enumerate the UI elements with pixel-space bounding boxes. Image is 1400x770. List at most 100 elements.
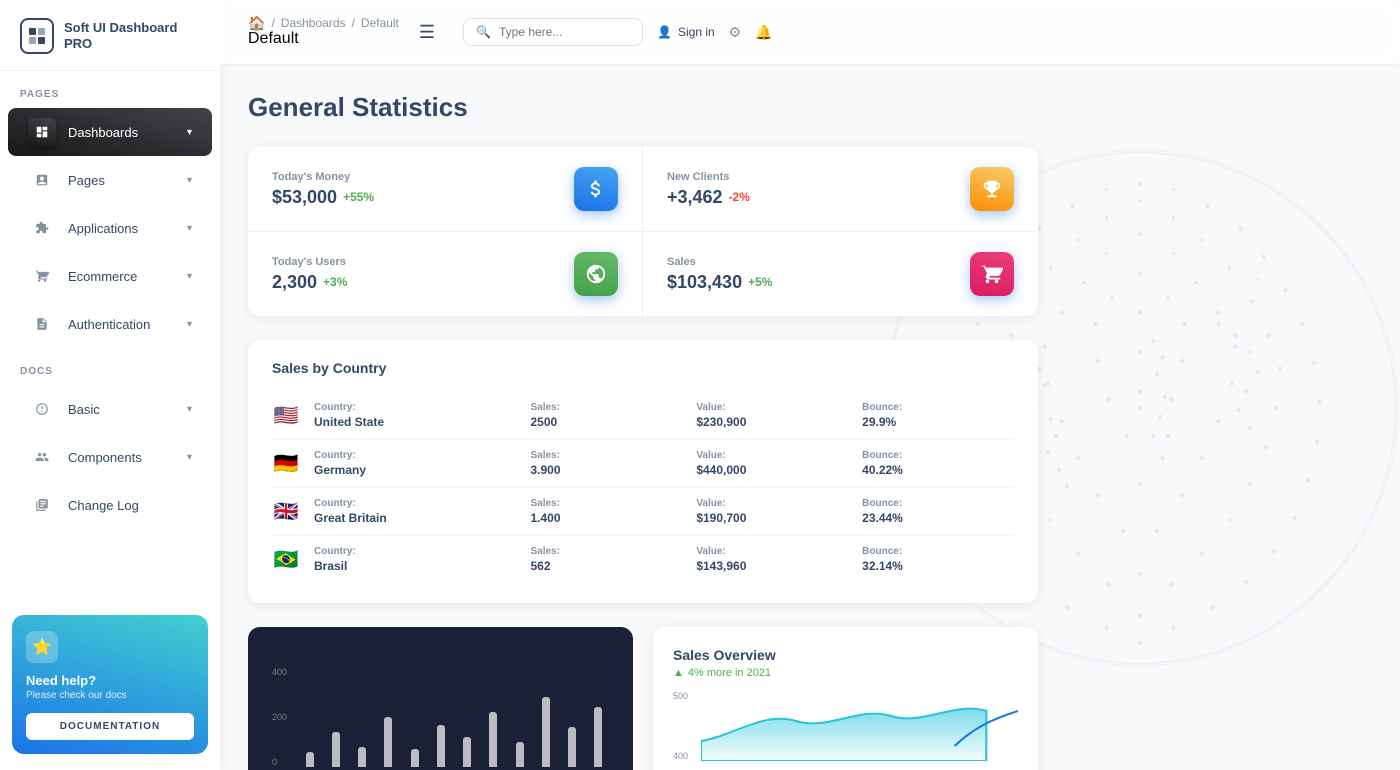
flag-us: 🇺🇸 <box>272 403 300 428</box>
sidebar-item-pages-label: Pages <box>68 173 105 188</box>
stat-label-money: Today's Money <box>272 171 374 183</box>
value-value-de: $440,000 <box>696 463 848 477</box>
page-subtitle: Default <box>248 30 399 48</box>
chart-y-400: 400 <box>272 667 287 677</box>
stat-info-users: Today's Users 2,300 +3% <box>272 256 347 293</box>
stat-card-sales: Sales $103,430 +5% <box>643 232 1038 316</box>
stat-change-users: +3% <box>323 275 347 289</box>
country-col-gb: Country: Great Britain <box>314 498 516 525</box>
stat-icon-money <box>574 167 618 211</box>
components-icon <box>28 443 56 471</box>
breadcrumb-dashboards[interactable]: Dashboards <box>281 17 346 29</box>
content-area: General Statistics Today's Money $53,000… <box>220 64 1400 770</box>
flag-br: 🇧🇷 <box>272 547 300 572</box>
value-value-us: $230,900 <box>696 415 848 429</box>
sidebar-logo: Soft UI Dashboard PRO <box>0 0 220 71</box>
stat-value-sales: $103,430 +5% <box>667 272 772 293</box>
sales-by-country-title: Sales by Country <box>272 360 1014 376</box>
sales-overview-card: Sales Overview ▲ 4% more in 2021 500 400 <box>653 627 1038 770</box>
bounce-value-br: 32.14% <box>862 559 1014 573</box>
components-chevron-icon: ▾ <box>187 452 192 463</box>
help-card: ⭐ Need help? Please check our docs DOCUM… <box>12 615 208 754</box>
bar-6 <box>437 725 445 767</box>
sidebar-item-components[interactable]: Components ▾ <box>8 433 212 481</box>
value-col-us: Value: $230,900 <box>696 402 848 429</box>
bar-11 <box>568 727 576 767</box>
home-icon[interactable]: 🏠 <box>248 16 265 30</box>
bounce-col-de: Bounce: 40.22% <box>862 450 1014 477</box>
breadcrumb-sep2: / <box>352 17 355 29</box>
sidebar-item-applications[interactable]: Applications ▾ <box>8 204 212 252</box>
sign-in-person-icon: 👤 <box>657 25 672 39</box>
country-table: 🇺🇸 Country: United State Sales: 2500 Val… <box>272 392 1014 583</box>
sidebar-item-basic-label: Basic <box>68 402 100 417</box>
settings-icon[interactable]: ⚙ <box>729 24 742 41</box>
sidebar-docs-section: DOCS Basic ▾ Components ▾ <box>0 348 220 529</box>
country-col-de: Country: Germany <box>314 450 516 477</box>
sales-by-country-card: Sales by Country 🇺🇸 Country: United Stat… <box>248 340 1038 603</box>
sales-value-gb: 1.400 <box>530 511 682 525</box>
sidebar-section-docs-label: DOCS <box>0 348 220 385</box>
value-label: Value: <box>696 402 848 413</box>
stat-label-clients: New Clients <box>667 171 750 183</box>
stat-card-money: Today's Money $53,000 +55% <box>248 147 643 232</box>
overview-title: Sales Overview <box>673 647 1018 663</box>
authentication-icon <box>28 310 56 338</box>
stat-label-sales: Sales <box>667 256 772 268</box>
breadcrumb: 🏠 / Dashboards / Default Default <box>248 16 399 48</box>
sidebar-item-basic[interactable]: Basic ▾ <box>8 385 212 433</box>
sidebar-item-ecommerce-label: Ecommerce <box>68 269 137 284</box>
bounce-value-us: 29.9% <box>862 415 1014 429</box>
main-area: 🏠 / Dashboards / Default Default ☰ 🔍 👤 S… <box>220 0 1400 770</box>
value-value-gb: $190,700 <box>696 511 848 525</box>
stat-info-sales: Sales $103,430 +5% <box>667 256 772 293</box>
sidebar-item-dashboards-label: Dashboards <box>68 125 138 140</box>
stat-change-money: +55% <box>343 190 374 204</box>
bounce-label-de: Bounce: <box>862 450 1014 461</box>
sales-value-br: 562 <box>530 559 682 573</box>
table-row: 🇧🇷 Country: Brasil Sales: 562 Value: $14… <box>272 536 1014 583</box>
sign-in-button[interactable]: 👤 Sign in <box>657 25 715 39</box>
hamburger-icon[interactable]: ☰ <box>415 18 439 47</box>
bounce-label-br: Bounce: <box>862 546 1014 557</box>
sidebar-item-dashboards[interactable]: Dashboards ▾ <box>8 108 212 156</box>
sidebar-item-authentication[interactable]: Authentication ▾ <box>8 300 212 348</box>
sales-value-de: 3.900 <box>530 463 682 477</box>
country-col-br: Country: Brasil <box>314 546 516 573</box>
breadcrumb-current: Default <box>361 17 399 29</box>
search-box[interactable]: 🔍 <box>463 18 643 46</box>
value-label-de: Value: <box>696 450 848 461</box>
documentation-button[interactable]: DOCUMENTATION <box>26 713 194 740</box>
bar-chart-card: 400 200 0 <box>248 627 633 770</box>
overview-y-500: 500 <box>673 691 688 701</box>
bounce-value-de: 40.22% <box>862 463 1014 477</box>
sales-label-gb: Sales: <box>530 498 682 509</box>
changelog-icon <box>28 491 56 519</box>
bar-5 <box>411 749 419 767</box>
sidebar-item-ecommerce[interactable]: Ecommerce ▾ <box>8 252 212 300</box>
sidebar-item-pages[interactable]: Pages ▾ <box>8 156 212 204</box>
trend-up-icon: ▲ <box>673 667 684 679</box>
chart-y-0: 0 <box>272 757 287 767</box>
value-col-gb: Value: $190,700 <box>696 498 848 525</box>
sidebar-item-changelog[interactable]: Change Log <box>8 481 212 529</box>
bell-icon[interactable]: 🔔 <box>755 24 772 41</box>
ecommerce-chevron-icon: ▾ <box>187 271 192 282</box>
sidebar: Soft UI Dashboard PRO PAGES Dashboards ▾… <box>0 0 220 770</box>
bar-7 <box>463 737 471 767</box>
breadcrumb-sep1: / <box>271 17 274 29</box>
country-value-de: Germany <box>314 463 516 477</box>
country-label: Country: <box>314 402 516 413</box>
bottom-row: 400 200 0 <box>248 627 1038 770</box>
sign-in-label: Sign in <box>678 25 715 39</box>
value-label-br: Value: <box>696 546 848 557</box>
overview-y-400: 400 <box>673 751 688 761</box>
country-value-gb: Great Britain <box>314 511 516 525</box>
bar-8 <box>489 712 497 767</box>
sales-col-de: Sales: 3.900 <box>530 450 682 477</box>
table-row: 🇩🇪 Country: Germany Sales: 3.900 Value: … <box>272 440 1014 488</box>
bar-4 <box>384 717 392 767</box>
search-input[interactable] <box>499 25 630 39</box>
country-label-de: Country: <box>314 450 516 461</box>
applications-chevron-icon: ▾ <box>187 223 192 234</box>
